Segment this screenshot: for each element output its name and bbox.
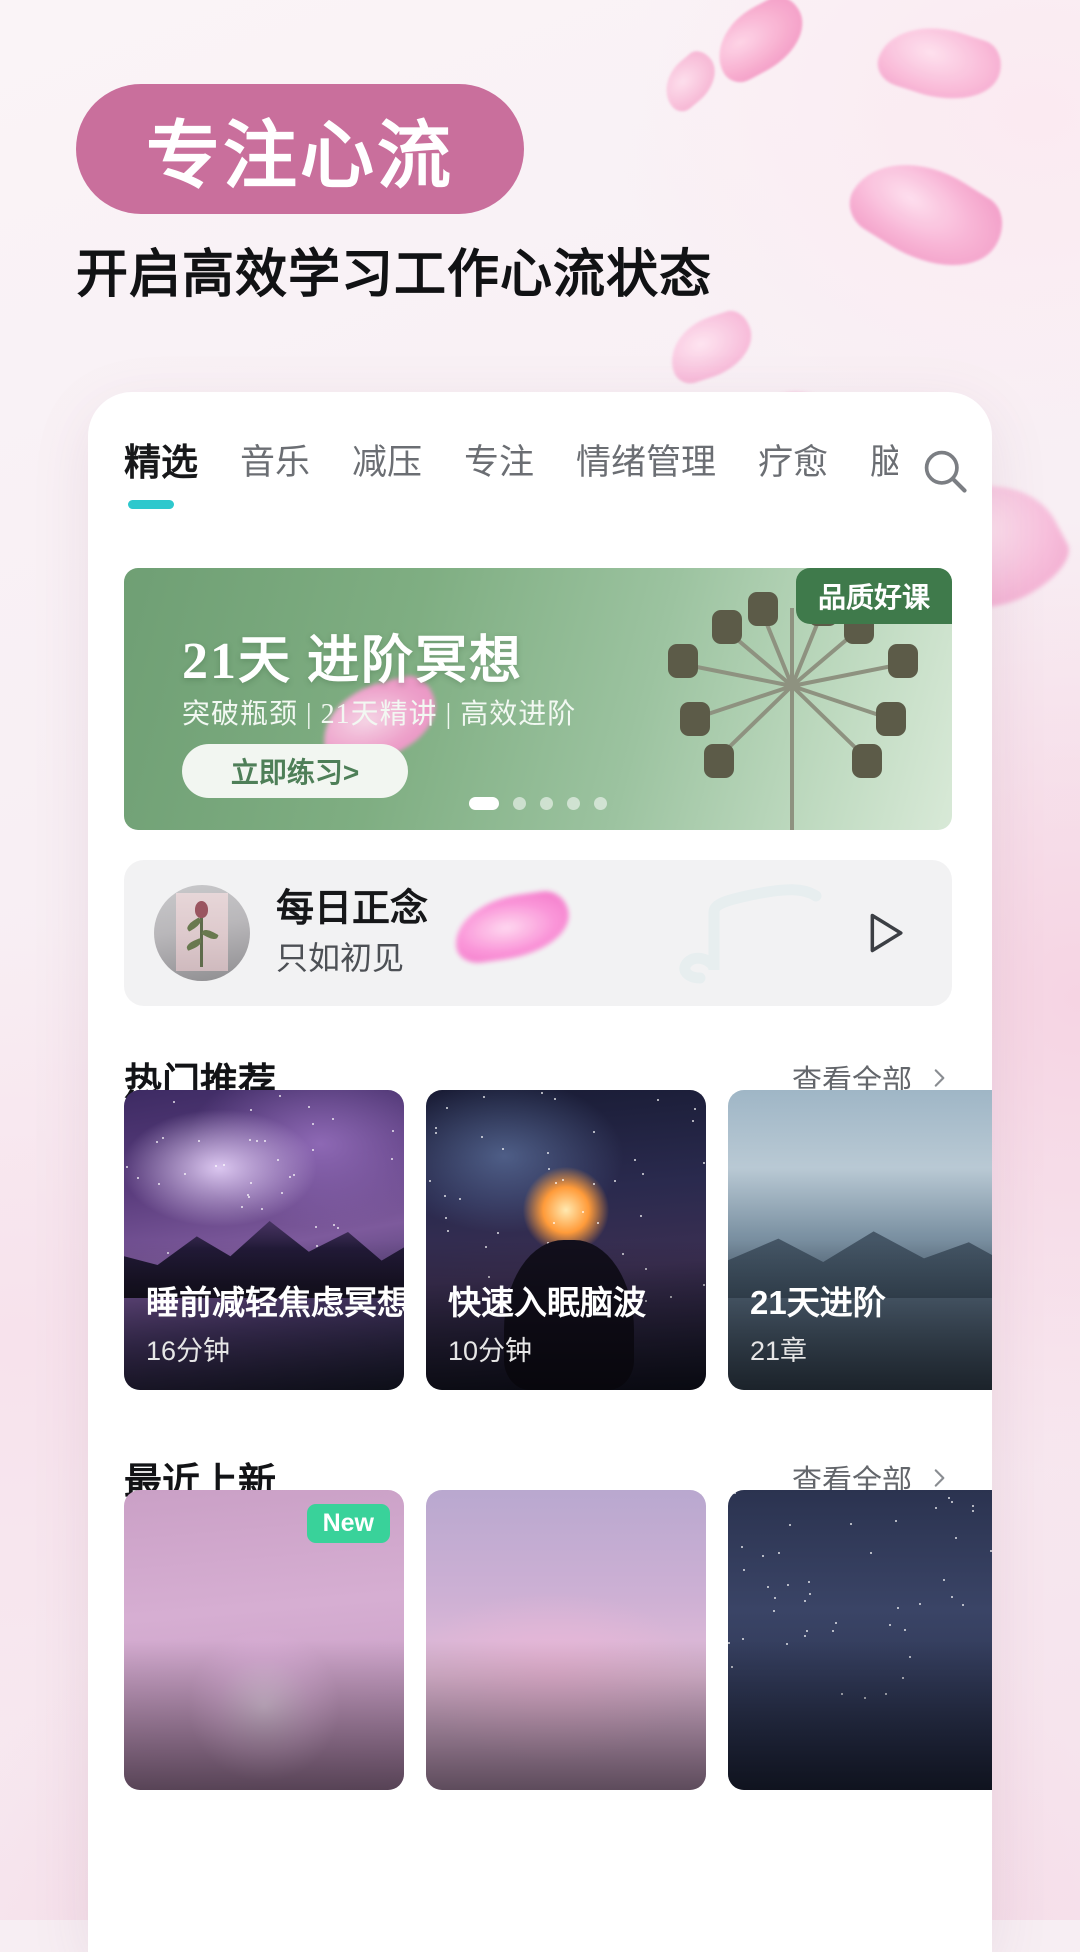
tab-5[interactable]: 疗愈	[758, 440, 828, 486]
daily-thumbnail	[154, 885, 250, 981]
promo-banner[interactable]: 品质好课 21天 进阶冥想 突破瓶颈 | 21天精讲 | 高效进阶 立即练习>	[124, 568, 952, 830]
chevron-right-icon	[934, 1469, 945, 1487]
search-icon	[924, 450, 967, 493]
card-gradient-overlay	[426, 1640, 706, 1790]
tab-3[interactable]: 专注	[464, 440, 534, 486]
media-card[interactable]	[426, 1490, 706, 1790]
card-gradient-overlay	[124, 1640, 404, 1790]
card-title: 睡前减轻焦虑冥想	[146, 1284, 404, 1321]
banner-dot-2[interactable]	[540, 797, 553, 810]
daily-title: 每日正念	[276, 888, 429, 930]
tab-label: 精选	[124, 442, 198, 483]
tab-label: 情绪管理	[576, 443, 717, 482]
card-meta: 10分钟	[448, 1336, 533, 1366]
media-card[interactable]: 21天进阶 21章	[728, 1090, 992, 1390]
tab-2[interactable]: 减压	[352, 440, 422, 486]
music-note-watermark	[670, 882, 840, 1006]
play-icon	[870, 913, 903, 953]
media-card[interactable]: 睡前减轻焦虑冥想 16分钟	[124, 1090, 404, 1390]
media-card[interactable]	[728, 1490, 992, 1790]
phone-mockup: 精选 音乐 减压 专注 情绪管理 疗愈 脑 品质好课 21天 进阶冥想 突破瓶颈 …	[88, 392, 992, 1952]
tab-label: 脑	[870, 443, 898, 482]
media-card[interactable]: New	[124, 1490, 404, 1790]
new-badge: New	[306, 1504, 390, 1543]
tab-0[interactable]: 精选	[124, 440, 198, 509]
page-title: 专注心流	[146, 113, 454, 197]
banner-quality-badge: 品质好课	[795, 568, 952, 624]
card-title: 21天进阶	[750, 1284, 886, 1321]
banner-dot-0[interactable]	[469, 797, 499, 810]
daily-play-button[interactable]	[856, 905, 912, 961]
music-note-icon	[679, 884, 822, 984]
tab-label: 音乐	[240, 443, 311, 482]
tab-list: 精选 音乐 减压 专注 情绪管理 疗愈 脑	[88, 440, 898, 509]
banner-dot-4[interactable]	[594, 797, 607, 810]
tab-label: 减压	[352, 443, 423, 482]
banner-cta-button[interactable]: 立即练习>	[182, 744, 408, 798]
petal-decoration	[450, 888, 574, 966]
banner-dots[interactable]	[124, 797, 952, 810]
card-gradient-overlay	[728, 1640, 992, 1790]
banner-dot-1[interactable]	[513, 797, 526, 810]
tab-active-indicator	[128, 500, 174, 509]
headline-pill: 专注心流	[76, 84, 524, 214]
chevron-right-icon	[934, 1069, 945, 1087]
tab-4[interactable]: 情绪管理	[576, 440, 716, 486]
category-tabbar: 精选 音乐 减压 专注 情绪管理 疗愈 脑	[88, 440, 992, 536]
tab-6[interactable]: 脑	[870, 440, 898, 486]
media-card[interactable]: 快速入眠脑波 10分钟	[426, 1090, 706, 1390]
banner-dot-3[interactable]	[567, 797, 580, 810]
daily-mindfulness-card[interactable]: 每日正念 只如初见	[124, 860, 952, 1006]
card-row-new: New	[124, 1490, 992, 1790]
banner-subtitle: 突破瓶颈 | 21天精讲 | 高效进阶	[182, 699, 577, 730]
card-row-hot: 睡前减轻焦虑冥想 16分钟 快速入眠脑波 10分钟 21天进阶 21章	[124, 1090, 992, 1390]
page-subtitle: 开启高效学习工作心流状态	[76, 246, 713, 304]
tab-label: 专注	[464, 443, 535, 482]
card-meta: 16分钟	[146, 1336, 231, 1366]
daily-subtitle: 只如初见	[276, 940, 405, 976]
card-title: 快速入眠脑波	[448, 1284, 646, 1321]
daily-text-block: 每日正念 只如初见	[276, 886, 428, 980]
card-meta: 21章	[750, 1336, 808, 1366]
search-button[interactable]	[898, 436, 992, 506]
tab-1[interactable]: 音乐	[240, 440, 310, 486]
banner-title: 21天 进阶冥想	[182, 633, 524, 690]
tab-label: 疗愈	[758, 443, 829, 482]
